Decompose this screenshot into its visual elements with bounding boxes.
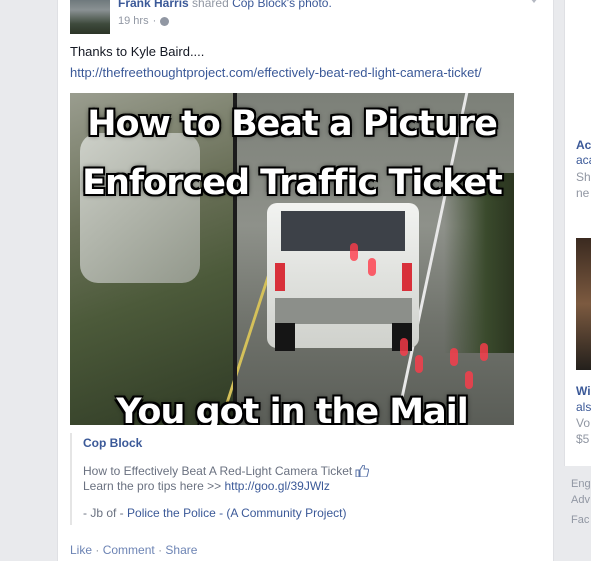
comment-link[interactable]: Comment	[103, 543, 155, 557]
meme-text-line2: Enforced Traffic Ticket	[82, 163, 503, 203]
sidebar-ad-url[interactable]: als	[576, 400, 591, 414]
author-link[interactable]: Frank Harris	[118, 0, 189, 10]
truck-bumper	[275, 298, 412, 324]
avatar[interactable]	[70, 0, 110, 34]
post-timestamp: 19 hrs ·	[118, 15, 170, 27]
wheel-left	[275, 323, 295, 351]
action-separator: ·	[95, 543, 100, 557]
post-link[interactable]: http://thefreethoughtproject.com/effecti…	[70, 65, 482, 80]
camera-shape	[80, 133, 200, 283]
shared-text: shared	[192, 0, 229, 10]
thumbs-up-icon	[355, 464, 370, 478]
quote-line-1: How to Effectively Beat A Red-Light Came…	[83, 464, 370, 478]
sidebar-ad-text: Sh	[576, 170, 591, 184]
sidebar-ad-text: Vo	[576, 416, 591, 430]
time-link[interactable]: 19 hrs	[118, 15, 149, 27]
post-header: Frank Harris shared Cop Block's photo.	[118, 0, 332, 10]
sidebar-ad-text: $5	[576, 432, 590, 446]
light-streak	[350, 243, 358, 261]
action-separator: ·	[158, 543, 163, 557]
share-link[interactable]: Share	[165, 543, 197, 557]
globe-icon[interactable]	[160, 16, 170, 26]
meme-text-line1: How to Beat a Picture	[87, 104, 498, 144]
sidebar-ad-title[interactable]: Wi	[576, 384, 591, 398]
quote-tips-text: Learn the pro tips here >>	[83, 479, 222, 493]
shared-suffix[interactable]: 's photo.	[287, 0, 332, 10]
shared-description: Cop Block How to Effectively Beat A Red-…	[70, 433, 372, 525]
light-streak	[465, 371, 473, 389]
quote-author-link[interactable]: Cop Block	[83, 436, 142, 450]
quote-short-link[interactable]: http://goo.gl/39JWlz	[224, 479, 329, 493]
post-photo[interactable]: How to Beat a Picture Enforced Traffic T…	[70, 93, 514, 425]
quote-page-link[interactable]: Police the Police - (A Community Project…	[127, 506, 346, 520]
quote-line-3: - Jb of - Police the Police - (A Communi…	[83, 506, 346, 520]
post-actions: Like · Comment · Share	[70, 543, 197, 557]
like-link[interactable]: Like	[70, 543, 92, 557]
shared-owner-link[interactable]: Cop Block	[232, 0, 287, 10]
sidebar-ad-image[interactable]	[576, 238, 591, 370]
meme-text-line3: You got in the Mail	[116, 392, 468, 426]
light-streak	[450, 348, 458, 366]
footer-link[interactable]: Eng	[571, 478, 591, 490]
sidebar-ad-title[interactable]: Ac	[576, 138, 591, 152]
light-streak	[480, 343, 488, 361]
footer-link[interactable]: Fac	[571, 514, 589, 526]
post-text: Thanks to Kyle Baird....	[70, 44, 205, 59]
footer-link[interactable]: Adv	[571, 494, 590, 506]
quote-line-2: Learn the pro tips here >> http://goo.gl…	[83, 479, 330, 493]
sidebar-ad-text: ne	[576, 186, 590, 200]
chevron-down-icon[interactable]	[530, 0, 538, 3]
tail-light-right	[402, 263, 412, 291]
light-streak	[415, 355, 423, 373]
light-streak	[368, 258, 376, 276]
quote-title: How to Effectively Beat A Red-Light Came…	[83, 464, 353, 478]
sidebar-ad-url[interactable]: aca	[576, 153, 591, 167]
time-separator: ·	[152, 15, 157, 27]
light-streak	[400, 338, 408, 356]
truck-window	[281, 211, 405, 251]
quote-signoff: - Jb of -	[83, 506, 124, 520]
tail-light-left	[275, 263, 285, 291]
